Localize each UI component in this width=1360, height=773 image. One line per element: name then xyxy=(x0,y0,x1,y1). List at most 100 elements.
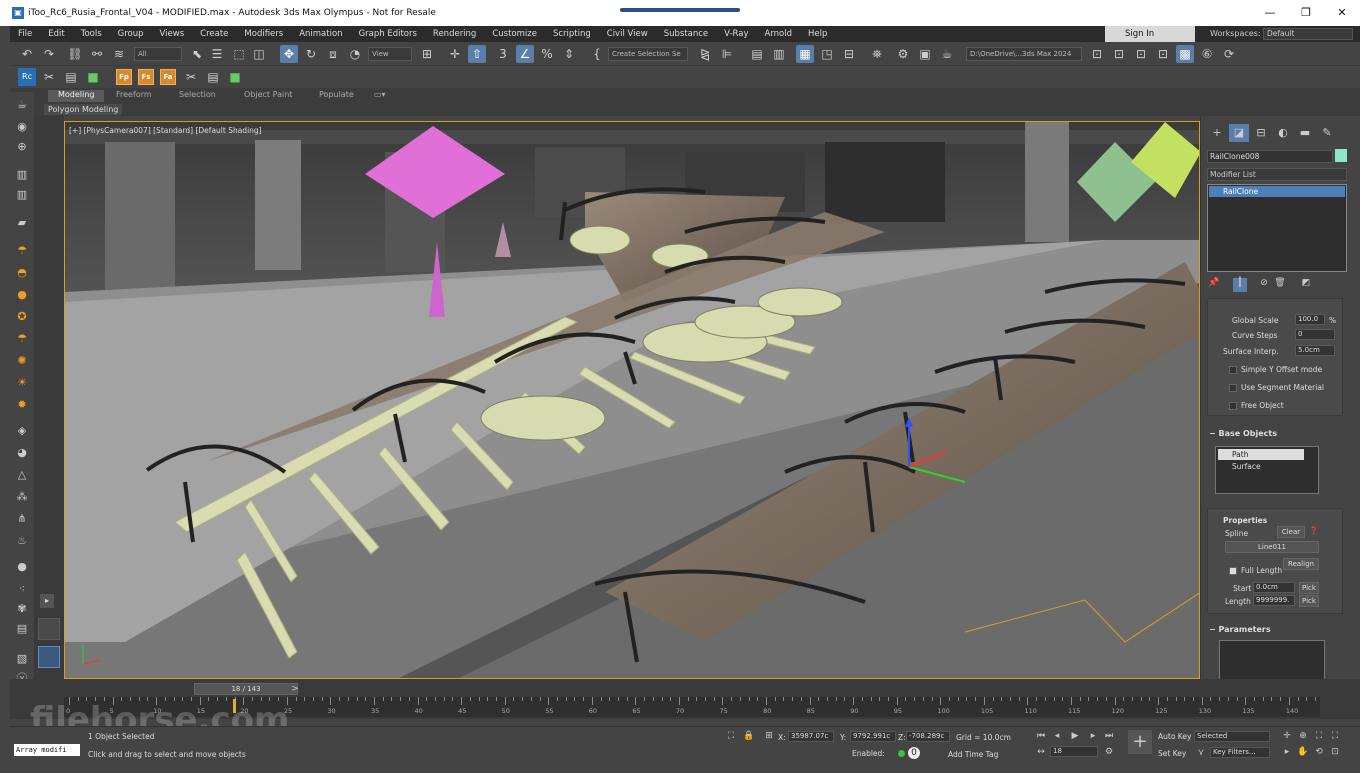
tab-selection[interactable]: Selection xyxy=(179,90,216,102)
set-key-big-icon[interactable]: + xyxy=(1128,730,1152,754)
keyboard-shortcut-icon[interactable]: ⇧ xyxy=(468,45,486,63)
use-segment-material-checkbox[interactable] xyxy=(1229,384,1237,392)
snaps-toggle-icon[interactable]: 3 xyxy=(494,45,512,63)
object-name-field[interactable]: RailClone008 xyxy=(1207,150,1333,163)
forest-scatter-icon[interactable]: Fs xyxy=(138,69,154,85)
edit-named-selection-icon[interactable]: { xyxy=(588,45,606,63)
green-box-icon[interactable]: ■ xyxy=(84,68,102,86)
spot-icon[interactable]: ☂ xyxy=(14,332,30,346)
project-icon-3[interactable]: ⊡ xyxy=(1132,45,1150,63)
realign-button[interactable]: Realign xyxy=(1283,558,1319,570)
make-unique-icon[interactable]: ⊘ xyxy=(1257,278,1271,292)
list-item-surface[interactable]: Surface xyxy=(1218,461,1261,472)
manipulate-icon[interactable]: ✛ xyxy=(446,45,464,63)
isolate-icon[interactable]: ⛶ xyxy=(724,730,738,742)
absolute-mode-icon[interactable]: ⊞ xyxy=(762,730,776,742)
project-icon-1[interactable]: ⊡ xyxy=(1088,45,1106,63)
skylight-icon[interactable]: ✹ xyxy=(14,398,30,412)
parameters-header[interactable]: − Parameters xyxy=(1209,625,1271,634)
camera-icon[interactable]: ▰ xyxy=(14,216,30,230)
forest-pack-icon[interactable]: Fp xyxy=(116,69,132,85)
select-object-icon[interactable]: ⬉ xyxy=(188,45,206,63)
redo-icon[interactable]: ↷ xyxy=(40,45,58,63)
grass-icon[interactable]: ⋔ xyxy=(14,512,30,526)
helper-icon-1[interactable]: ▥ xyxy=(14,168,30,182)
project-icon-4[interactable]: ⊡ xyxy=(1154,45,1172,63)
ribbon-options-icon[interactable]: ▭▾ xyxy=(374,90,386,102)
next-frame-icon[interactable]: ▸ xyxy=(1086,730,1100,742)
enabled-indicator[interactable] xyxy=(898,750,905,757)
layout-quad-button[interactable] xyxy=(38,618,60,640)
base-objects-header[interactable]: − Base Objects xyxy=(1209,429,1277,438)
menu-create[interactable]: Create xyxy=(192,29,236,39)
tools-icon[interactable]: ✂ xyxy=(40,68,58,86)
tab-modeling[interactable]: Modeling xyxy=(48,90,105,102)
select-scale-icon[interactable]: ⧈ xyxy=(324,45,342,63)
key-mode-icon[interactable]: ↔ xyxy=(1034,746,1048,758)
menu-views[interactable]: Views xyxy=(152,29,193,39)
y-coordinate-field[interactable]: 9792.991c xyxy=(850,731,896,742)
play-icon[interactable]: ▶ xyxy=(1068,730,1082,742)
clear-button[interactable]: Clear xyxy=(1277,526,1305,538)
default-in-out-icon[interactable]: ⋎ xyxy=(1194,747,1208,759)
toggle-layer-explorer-icon[interactable]: ▥ xyxy=(770,45,788,63)
key-selection-dropdown[interactable]: Selected xyxy=(1194,731,1270,742)
global-scale-spinner[interactable]: 100.0 xyxy=(1295,314,1325,325)
render-production-icon[interactable]: ☕ xyxy=(938,45,956,63)
unlink-icon[interactable]: ⚯ xyxy=(88,45,106,63)
spinner-snap-icon[interactable]: ⇕ xyxy=(560,45,578,63)
object-color-swatch[interactable] xyxy=(1335,149,1347,162)
menu-scripting[interactable]: Scripting xyxy=(545,29,599,39)
fov-icon[interactable]: ▸ xyxy=(1280,746,1294,758)
menu-edit[interactable]: Edit xyxy=(40,29,72,39)
show-end-result-icon[interactable]: ┃ xyxy=(1233,278,1247,292)
z-coordinate-field[interactable]: -708.289c xyxy=(906,731,950,742)
sphere-gray-icon[interactable]: ◕ xyxy=(14,446,30,460)
toggle-scene-explorer-icon[interactable]: ▤ xyxy=(748,45,766,63)
menu-civil-view[interactable]: Civil View xyxy=(599,29,656,39)
set-key-button[interactable]: Set Key xyxy=(1158,749,1186,758)
configure-sets-icon[interactable]: ◩ xyxy=(1299,278,1313,292)
menu-vray[interactable]: V-Ray xyxy=(716,29,756,39)
render-elements-icon[interactable]: ✾ xyxy=(14,602,30,616)
window-crossing-icon[interactable]: ◫ xyxy=(250,45,268,63)
current-frame-field[interactable]: 18 xyxy=(1050,746,1098,757)
railclone-icon[interactable]: Rc xyxy=(18,68,36,86)
create-tab-icon[interactable]: + xyxy=(1207,124,1227,142)
named-selection-dropdown[interactable]: Create Selection Se xyxy=(608,47,688,61)
lock-icon[interactable]: 🔒 xyxy=(742,730,756,742)
menu-group[interactable]: Group xyxy=(110,29,152,39)
tools-icon-2[interactable]: ✂ xyxy=(182,68,200,86)
auto-key-button[interactable]: Auto Key xyxy=(1158,732,1191,741)
stack-item-railclone[interactable]: RailClone xyxy=(1209,186,1345,197)
rect-selection-icon[interactable]: ⬚ xyxy=(230,45,248,63)
free-object-checkbox[interactable] xyxy=(1229,402,1237,410)
sign-in-button[interactable]: Sign In xyxy=(1105,26,1195,42)
toggle-ribbon-icon[interactable]: ▦ xyxy=(796,45,814,63)
material-editor-icon[interactable]: ⛯ xyxy=(868,45,886,63)
workspaces-dropdown[interactable]: Default xyxy=(1263,28,1353,40)
menu-substance[interactable]: Substance xyxy=(656,29,716,39)
menu-modifiers[interactable]: Modifiers xyxy=(236,29,291,39)
teapot-icon[interactable]: ☕ xyxy=(14,98,30,112)
align-icon[interactable]: ⊫ xyxy=(718,45,736,63)
forest-align-icon[interactable]: Fa xyxy=(160,69,176,85)
omni-icon[interactable]: ✺ xyxy=(14,354,30,368)
modifier-list-dropdown[interactable]: Modifier List xyxy=(1207,168,1347,181)
maximize-viewport-icon[interactable]: ⊡ xyxy=(1328,746,1342,758)
pan-icon[interactable]: ✋ xyxy=(1296,746,1310,758)
select-move-icon[interactable]: ✥ xyxy=(280,45,298,63)
layout-single-button[interactable] xyxy=(38,646,60,668)
menu-rendering[interactable]: Rendering xyxy=(425,29,484,39)
rendered-frame-window-icon[interactable]: ▣ xyxy=(916,45,934,63)
list-icon[interactable]: ▤ xyxy=(62,68,80,86)
tab-freeform[interactable]: Freeform xyxy=(116,90,152,102)
select-place-icon[interactable]: ◔ xyxy=(346,45,364,63)
viewport-label[interactable]: [+] [PhysCamera007] [Standard] [Default … xyxy=(69,126,262,135)
tab-object-paint[interactable]: Object Paint xyxy=(244,90,292,102)
reference-coordinate-dropdown[interactable]: View xyxy=(368,47,412,61)
ribbon-panel-polygon-modeling[interactable]: Polygon Modeling xyxy=(44,104,123,115)
sun-icon[interactable]: ☀ xyxy=(14,376,30,390)
time-slider[interactable]: 18 / 143 xyxy=(194,683,298,695)
save-icon[interactable]: ▩ xyxy=(1176,45,1194,63)
